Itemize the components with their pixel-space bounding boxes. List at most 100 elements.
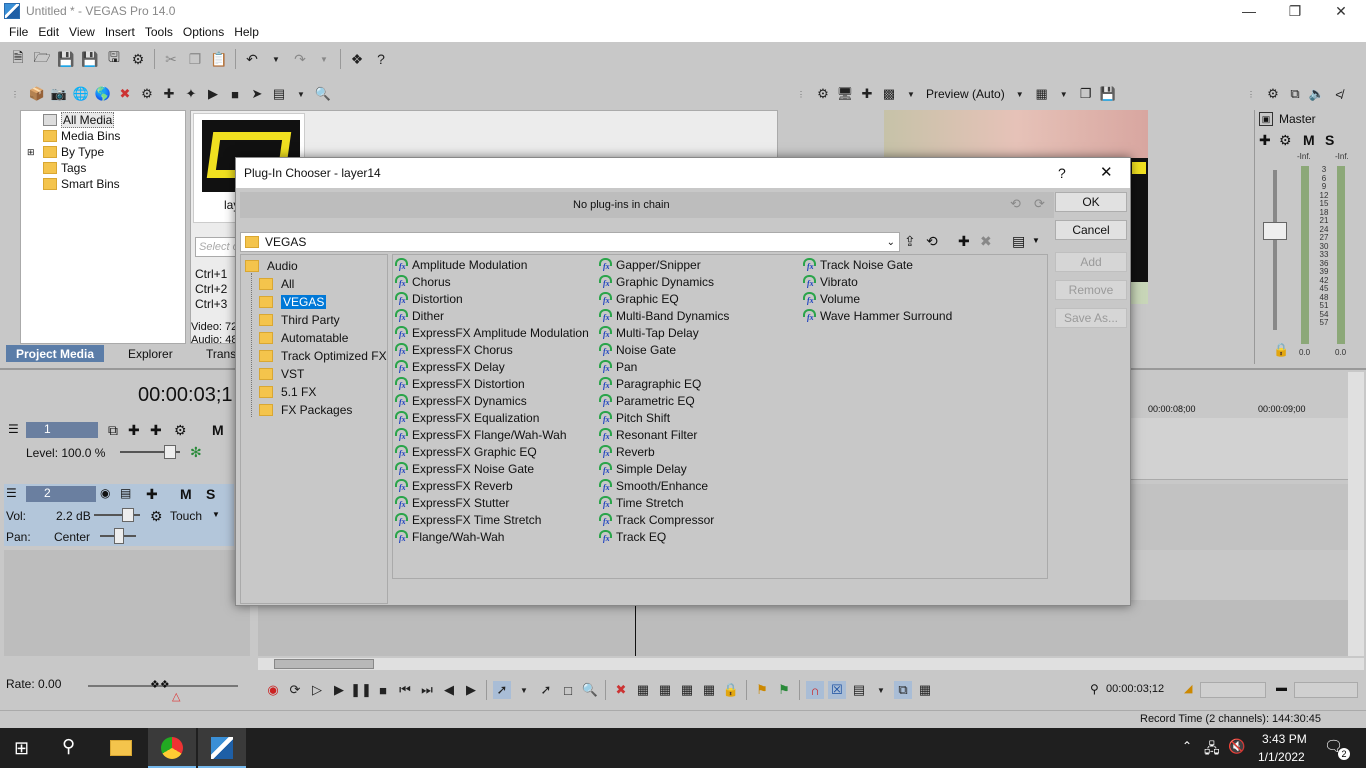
plugin-item[interactable]: Vibrato <box>803 273 1013 290</box>
expand-plus-icon[interactable]: ⊞ <box>27 147 41 158</box>
vegas-taskbar-button[interactable] <box>198 728 246 768</box>
tab-explorer[interactable]: Explorer <box>128 347 173 361</box>
plugin-item[interactable]: Graphic Dynamics <box>599 273 809 290</box>
search-icon[interactable]: 🔍 <box>314 85 332 103</box>
track-collapse-icon[interactable]: ☰ <box>8 422 19 436</box>
track2-vol-handle[interactable] <box>122 508 134 522</box>
dialog-help-button[interactable]: ? <box>1058 165 1066 181</box>
ignore-grouping-icon[interactable]: ▦ <box>916 681 934 699</box>
trim-icon[interactable]: ▦ <box>634 681 652 699</box>
track2-pan-handle[interactable] <box>114 528 124 544</box>
track-fx-icon[interactable]: ✚ <box>128 422 140 439</box>
tab-project-media[interactable]: Project Media <box>6 345 104 362</box>
redo-icon[interactable]: ↷ <box>290 49 310 69</box>
refresh-icon[interactable]: ⟲ <box>926 233 938 250</box>
auto-preview-icon[interactable]: ➤ <box>248 85 266 103</box>
add-button[interactable]: Add <box>1055 252 1127 272</box>
tree-item-third-party[interactable]: Third Party <box>259 311 340 329</box>
envelope-tool-icon[interactable]: ➚ <box>537 681 555 699</box>
track2-mute-button[interactable]: M <box>180 486 192 502</box>
stop-icon[interactable]: ■ <box>374 681 392 699</box>
capture-video-icon[interactable]: 📷 <box>50 85 68 103</box>
plugin-item[interactable]: Smooth/Enhance <box>599 477 809 494</box>
restore-button[interactable]: ❐ <box>1272 0 1318 22</box>
plugin-item[interactable]: Simple Delay <box>599 460 809 477</box>
play-from-start-icon[interactable]: ▷ <box>308 681 326 699</box>
auto-ripple-icon[interactable]: ▤ <box>850 681 868 699</box>
plugin-item[interactable]: Multi-Band Dynamics <box>599 307 809 324</box>
remove-unused-icon[interactable]: ✖ <box>116 85 134 103</box>
remove-button[interactable]: Remove <box>1055 280 1127 300</box>
properties-gear-icon[interactable]: ⚙ <box>128 49 148 69</box>
stop-preview-icon[interactable]: ■ <box>226 85 244 103</box>
menu-tools[interactable]: Tools <box>140 25 178 39</box>
volume-muted-icon[interactable]: 🔇 <box>1228 738 1245 755</box>
track1-lane[interactable] <box>1130 418 1348 480</box>
chain-move-left-icon[interactable]: ⟲ <box>1010 196 1021 212</box>
tree-item-audio[interactable]: Audio <box>245 257 298 275</box>
loop-playback-icon[interactable]: ⟳ <box>286 681 304 699</box>
save-as-button[interactable]: Save As... <box>1055 308 1127 328</box>
next-frame-icon[interactable]: ▶ <box>462 681 480 699</box>
plugin-item[interactable]: Pan <box>599 358 809 375</box>
plugin-item[interactable]: Multi-Tap Delay <box>599 324 809 341</box>
save-snapshot-icon[interactable]: 💾 <box>1099 85 1117 103</box>
trim-start-icon[interactable]: ▦ <box>656 681 674 699</box>
downmix-icon[interactable]: ⧉ <box>1286 85 1304 103</box>
snapping-magnet-icon[interactable]: ∩ <box>806 681 824 699</box>
overlays-grid-icon[interactable]: ▦ <box>1033 85 1051 103</box>
master-fx-icon[interactable]: ✚ <box>1259 132 1271 149</box>
tree-item-5-1-fx[interactable]: 5.1 FX <box>259 383 316 401</box>
master-fader-handle[interactable] <box>1263 222 1287 240</box>
plugin-item[interactable]: ExpressFX Time Stretch <box>395 511 605 528</box>
preview-quality-label[interactable]: Preview (Auto) <box>926 87 1005 101</box>
track1-level-handle[interactable] <box>164 445 176 459</box>
automation-mode[interactable]: Touch <box>170 509 202 523</box>
track2-number[interactable]: 2 <box>26 486 96 502</box>
plugin-item[interactable]: Track Noise Gate <box>803 256 1013 273</box>
close-window-button[interactable]: ✕ <box>1318 0 1364 22</box>
enable-snapping-icon[interactable]: ❖ <box>347 49 367 69</box>
track-motion-icon[interactable]: ⧉ <box>108 422 118 439</box>
timeline-vscrollbar[interactable] <box>1348 372 1364 656</box>
preview-properties-icon[interactable]: ⚙ <box>814 85 832 103</box>
globe-icon[interactable]: 🌎 <box>94 85 112 103</box>
track1-composite-icon[interactable]: ✻ <box>190 444 202 461</box>
delete-icon[interactable]: ✖ <box>612 681 630 699</box>
hscroll-thumb[interactable] <box>274 659 374 669</box>
tree-item-automatable[interactable]: Automatable <box>259 329 348 347</box>
tree-item-all[interactable]: All <box>259 275 294 293</box>
split-icon[interactable]: ▦ <box>700 681 718 699</box>
menu-options[interactable]: Options <box>178 25 229 39</box>
plugin-item[interactable]: Chorus <box>395 273 605 290</box>
ok-button[interactable]: OK <box>1055 192 1127 212</box>
open-folder-icon[interactable]: 🗁 <box>32 49 52 69</box>
plugin-item[interactable]: Parametric EQ <box>599 392 809 409</box>
cut-icon[interactable]: ✂ <box>161 49 181 69</box>
master-solo-button[interactable]: S <box>1325 132 1334 148</box>
plugin-item[interactable]: ExpressFX Equalization <box>395 409 605 426</box>
lock-icon[interactable]: 🔒 <box>1273 342 1289 358</box>
plugin-item[interactable]: ExpressFX Noise Gate <box>395 460 605 477</box>
network-icon[interactable]: 🖧 <box>1204 738 1220 762</box>
plugin-item[interactable]: Dither <box>395 307 605 324</box>
dim-output-icon[interactable]: 🔈 <box>1308 85 1326 103</box>
menu-edit[interactable]: Edit <box>33 25 64 39</box>
up-one-level-icon[interactable]: ⇪ <box>904 233 916 250</box>
new-file-icon[interactable]: 🗎 <box>8 49 28 69</box>
plugin-item[interactable]: ExpressFX Reverb <box>395 477 605 494</box>
go-to-end-icon[interactable]: ⏭ <box>418 681 436 699</box>
copy-icon[interactable]: ❐ <box>185 49 205 69</box>
minimize-button[interactable]: — <box>1226 0 1272 22</box>
windows-start-icon[interactable]: ⊞ <box>14 738 29 759</box>
file-explorer-taskbar-button[interactable] <box>98 728 146 768</box>
plugin-item[interactable]: Track Compressor <box>599 511 809 528</box>
compositing-icon[interactable]: ✚ <box>150 422 162 439</box>
record-icon[interactable]: ◉ <box>264 681 282 699</box>
track-gear-icon[interactable]: ⚙ <box>174 422 187 439</box>
whats-this-help-icon[interactable]: ? <box>371 49 391 69</box>
folder-path-combo[interactable]: VEGAS ⌄ <box>240 232 900 252</box>
insert-marker-icon[interactable]: ⚑ <box>753 681 771 699</box>
clock-date[interactable]: 1/1/2022 <box>1258 750 1305 764</box>
play-icon[interactable]: ▶ <box>330 681 348 699</box>
